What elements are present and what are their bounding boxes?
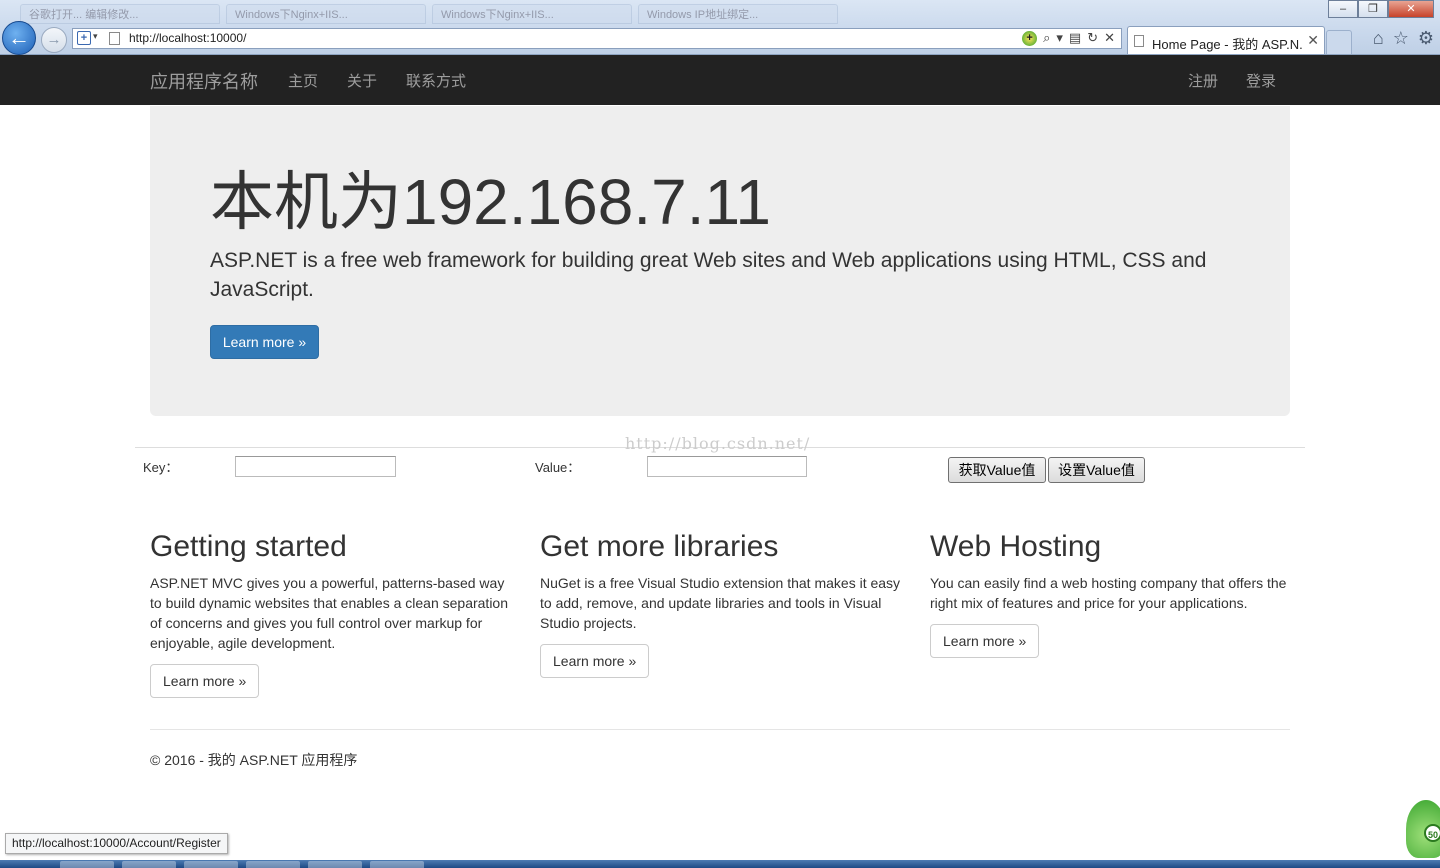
- address-bar[interactable]: + ▾ http://localhost:10000/ + ⌕ ▾ ▤ ↻ ✕: [72, 28, 1122, 49]
- star-icon[interactable]: ☆: [1393, 28, 1409, 49]
- stop-icon[interactable]: ✕: [1104, 30, 1115, 46]
- taskbar-item[interactable]: [60, 861, 114, 868]
- key-label: Key：: [143, 460, 179, 475]
- value-label: Value：: [535, 460, 581, 475]
- background-tab[interactable]: 谷歌打开... 编辑修改...: [20, 4, 220, 24]
- refresh-icon[interactable]: ↻: [1087, 30, 1098, 46]
- status-url-tooltip: http://localhost:10000/Account/Register: [5, 833, 228, 854]
- auth-links: 注册 登录: [1188, 70, 1276, 91]
- column-get-more-libraries: Get more libraries NuGet is a free Visua…: [540, 528, 902, 678]
- widget-badge: 50: [1424, 824, 1440, 842]
- window-controls: – ❐ ✕: [1328, 0, 1434, 18]
- background-tab[interactable]: Windows下Nginx+IIS...: [226, 4, 426, 24]
- learn-more-button[interactable]: Learn more »: [540, 644, 650, 678]
- nav-item-home[interactable]: 主页: [288, 70, 318, 91]
- key-input[interactable]: [235, 456, 396, 477]
- login-link[interactable]: 登录: [1246, 70, 1276, 91]
- footer-text: © 2016 - 我的 ASP.NET 应用程序: [150, 752, 358, 768]
- column-text: You can easily find a web hosting compan…: [930, 575, 1287, 611]
- maximize-icon[interactable]: ❐: [1358, 0, 1388, 18]
- site-navbar: 应用程序名称 主页 关于 联系方式 注册 登录: [0, 55, 1440, 105]
- column-title: Web Hosting: [930, 530, 1102, 563]
- taskbar-item[interactable]: [308, 861, 362, 868]
- lead-text: ASP.NET is a free web framework for buil…: [210, 249, 1207, 301]
- background-tab[interactable]: Windows IP地址绑定...: [638, 4, 838, 24]
- address-actions: + ⌕ ▾ ▤ ↻ ✕: [1022, 30, 1115, 46]
- chevron-down-icon[interactable]: ▾: [93, 31, 98, 42]
- nav-item-about[interactable]: 关于: [347, 70, 377, 91]
- minimize-icon[interactable]: –: [1328, 0, 1358, 18]
- add-tab-icon[interactable]: +: [77, 31, 91, 45]
- column-title: Get more libraries: [540, 530, 779, 563]
- nav-item-contact[interactable]: 联系方式: [406, 70, 466, 91]
- nav-links: 主页 关于 联系方式: [288, 70, 466, 91]
- chevron-down-icon[interactable]: ▾: [1056, 30, 1063, 46]
- register-link[interactable]: 注册: [1188, 70, 1218, 91]
- column-text: ASP.NET MVC gives you a powerful, patter…: [150, 575, 508, 651]
- gear-icon[interactable]: ⚙: [1418, 28, 1434, 49]
- column-text: NuGet is a free Visual Studio extension …: [540, 575, 901, 631]
- taskbar-item[interactable]: [370, 861, 424, 868]
- compatibility-icon[interactable]: +: [1022, 30, 1038, 46]
- learn-more-button[interactable]: Learn more »: [150, 664, 260, 698]
- background-tab[interactable]: Windows下Nginx+IIS...: [432, 4, 632, 24]
- background-tabs: 谷歌打开... 编辑修改... Windows下Nginx+IIS... Win…: [20, 4, 838, 24]
- column-web-hosting: Web Hosting You can easily find a web ho…: [930, 528, 1292, 658]
- new-tab-button[interactable]: [1326, 30, 1352, 54]
- column-getting-started: Getting started ASP.NET MVC gives you a …: [150, 528, 512, 698]
- search-icon[interactable]: ⌕: [1043, 30, 1050, 46]
- learn-more-button[interactable]: Learn more »: [210, 325, 319, 359]
- learn-more-button[interactable]: Learn more »: [930, 624, 1040, 658]
- close-icon[interactable]: ✕: [1307, 32, 1319, 49]
- column-title: Getting started: [150, 530, 347, 563]
- home-icon[interactable]: ⌂: [1373, 28, 1384, 49]
- page-icon: [109, 32, 120, 45]
- tab-title: Home Page - 我的 ASP.N...: [1152, 37, 1302, 52]
- value-input[interactable]: [647, 456, 807, 477]
- page-icon: [1134, 35, 1144, 47]
- set-value-button[interactable]: 设置Value值: [1048, 457, 1145, 483]
- taskbar-item[interactable]: [122, 861, 176, 868]
- compat-view-icon[interactable]: ▤: [1069, 30, 1081, 46]
- back-arrow-icon[interactable]: ←: [2, 21, 36, 55]
- taskbar-items: [60, 861, 424, 868]
- browser-tools: ⌂ ☆ ⚙: [1373, 28, 1434, 49]
- taskbar-item[interactable]: [246, 861, 300, 868]
- tab-home-page[interactable]: Home Page - 我的 ASP.N... ✕: [1127, 26, 1325, 54]
- footer-divider: [150, 729, 1290, 730]
- get-value-button[interactable]: 获取Value值: [948, 457, 1046, 483]
- brand-link[interactable]: 应用程序名称: [150, 68, 258, 94]
- close-window-icon[interactable]: ✕: [1388, 0, 1434, 18]
- watermark: http://blog.csdn.net/: [625, 434, 811, 453]
- taskbar-item[interactable]: [184, 861, 238, 868]
- page-heading: 本机为192.168.7.11: [210, 166, 771, 238]
- forward-arrow-icon[interactable]: →: [41, 27, 67, 53]
- url-text[interactable]: http://localhost:10000/: [129, 31, 246, 45]
- jumbotron: 本机为192.168.7.11 ASP.NET is a free web fr…: [150, 106, 1290, 416]
